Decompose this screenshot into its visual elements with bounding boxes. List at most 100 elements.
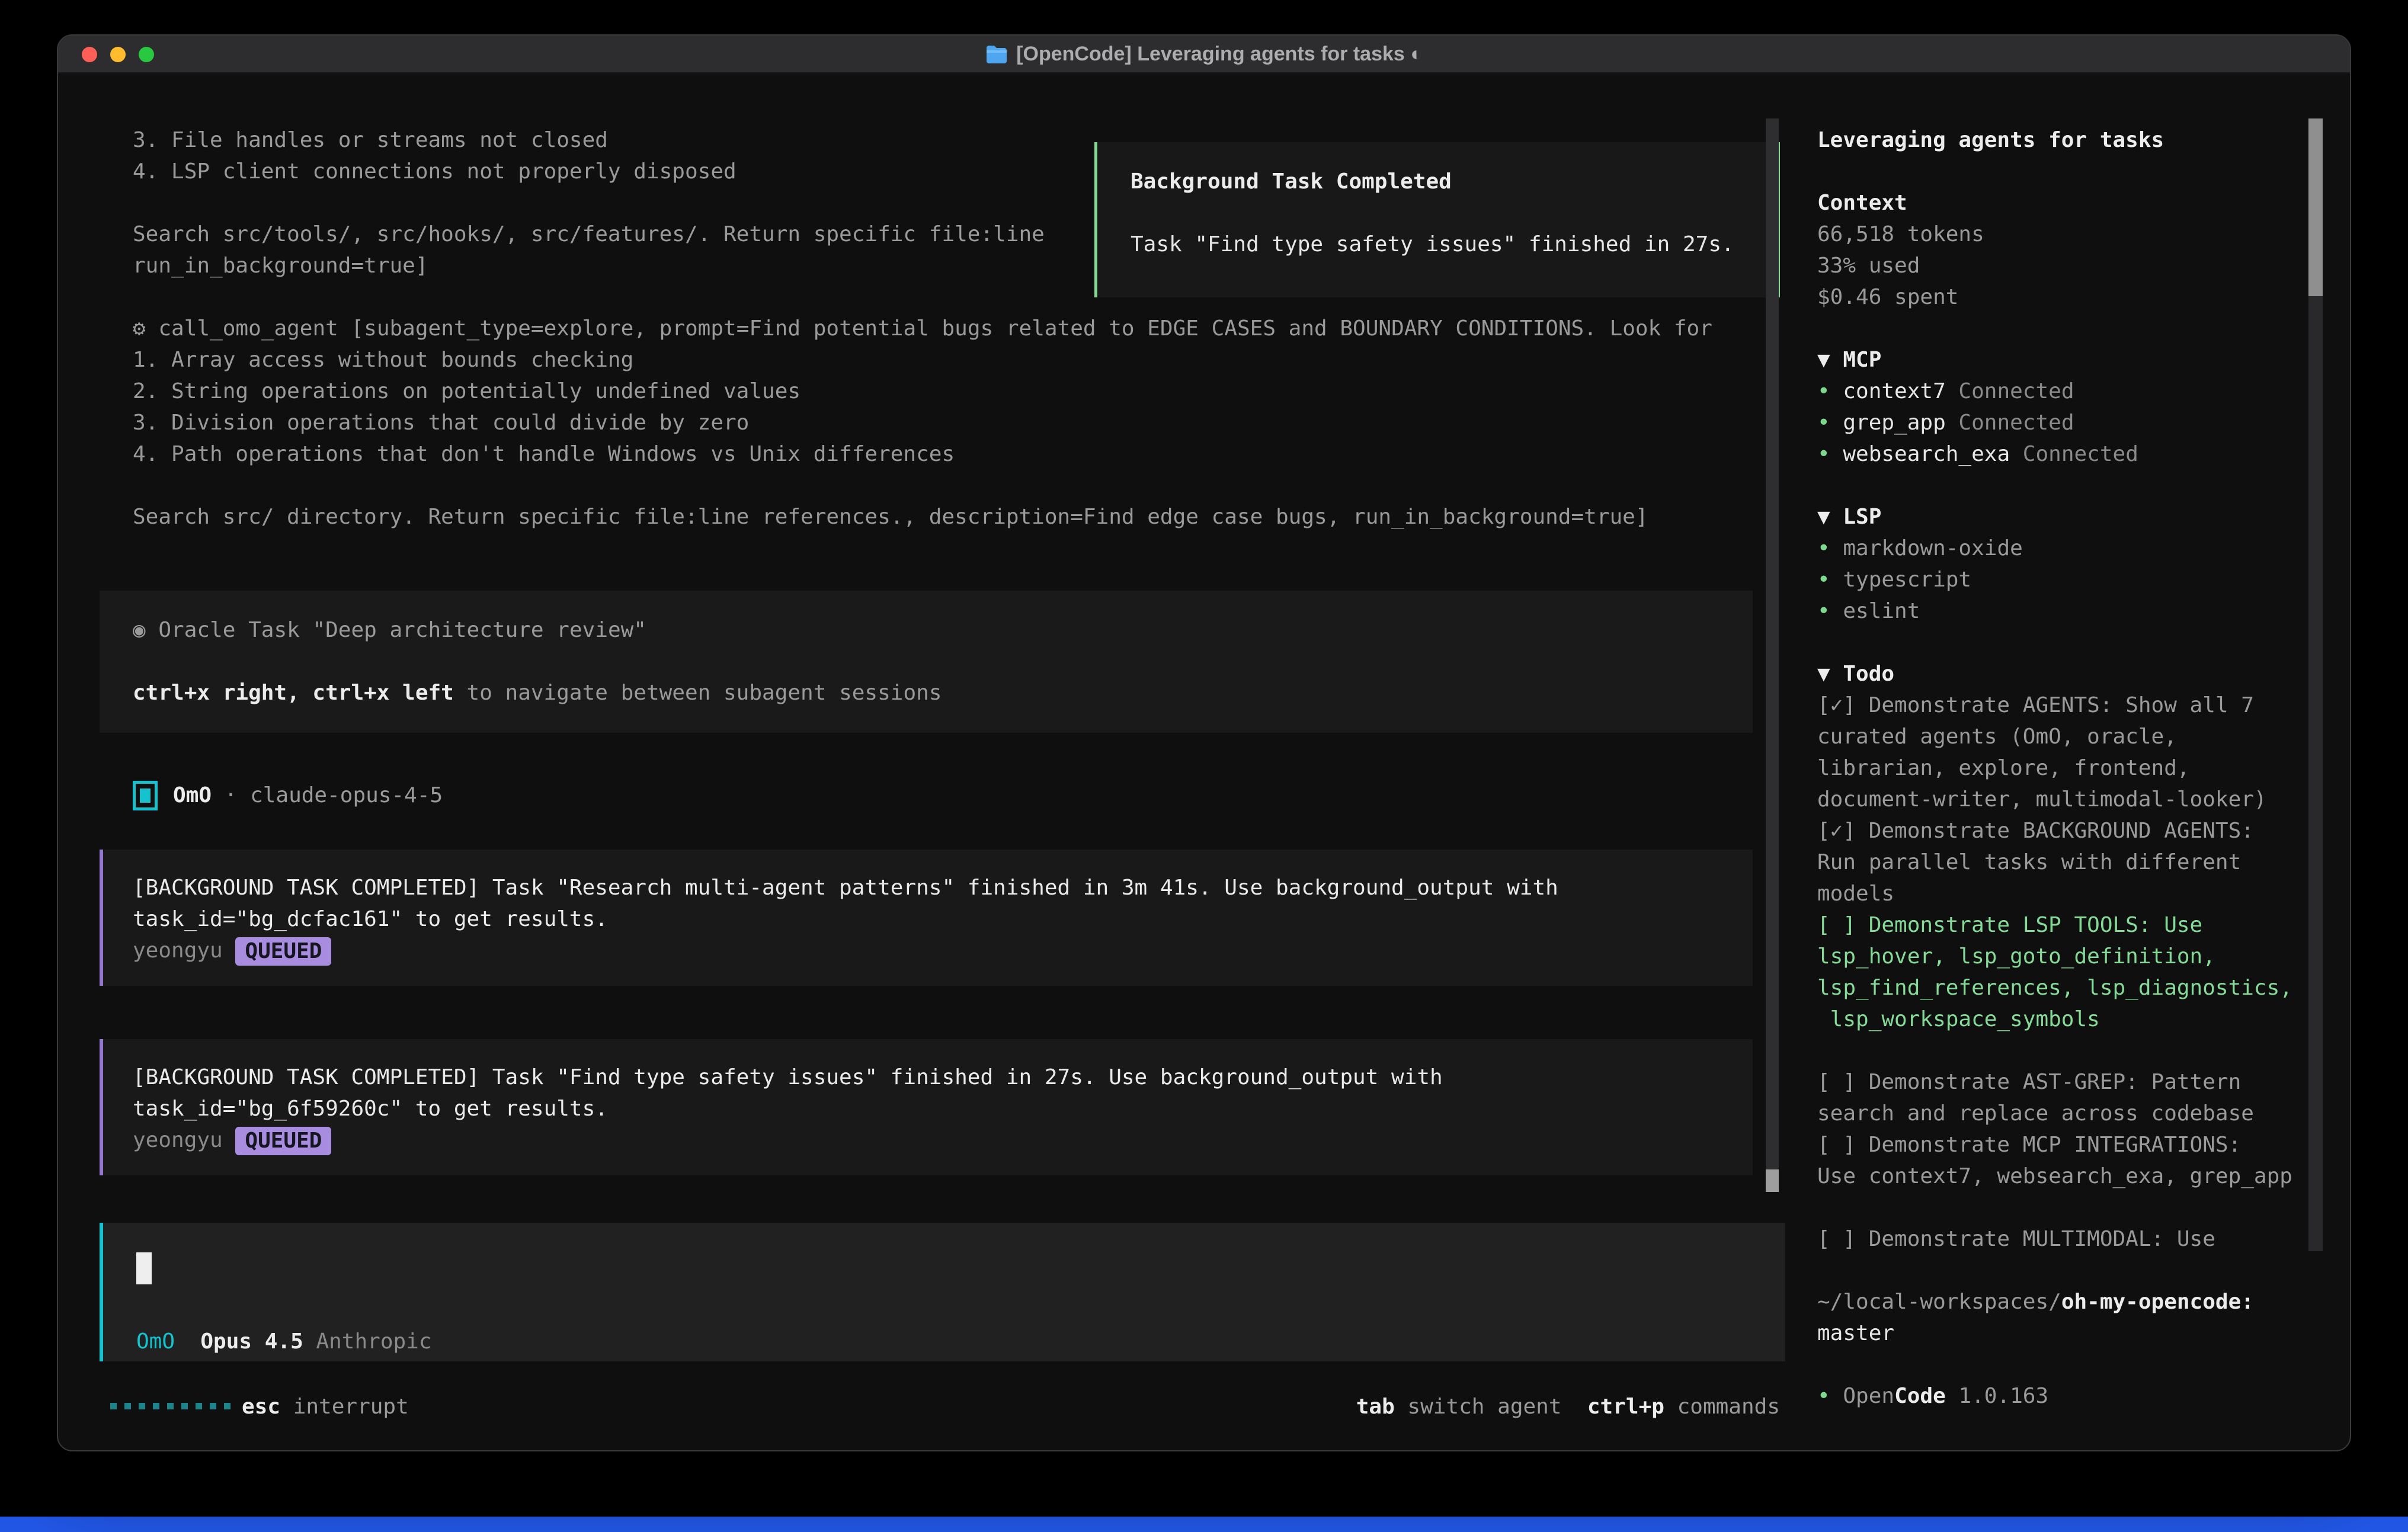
- status-badge: QUEUED: [235, 1127, 331, 1155]
- workspace-path-prefix: ~/local-workspaces/: [1817, 1290, 2061, 1314]
- toast-title: Background Task Completed: [1131, 166, 1777, 197]
- tab-label: switch agent: [1395, 1395, 1562, 1419]
- oracle-title-line: ◉ Oracle Task "Deep architecture review": [133, 614, 1753, 646]
- oracle-hint-rest: to navigate between subagent sessions: [454, 681, 942, 705]
- tool-call-tail: Search src/ directory. Return specific f…: [133, 501, 1768, 533]
- statusbar-right: tab switch agent ctrl+p commands: [1356, 1391, 1780, 1422]
- text-cursor: [136, 1252, 152, 1284]
- todo-line-pending: search and replace across codebase: [1817, 1098, 2315, 1129]
- opencode-terminal-window: [OpenCode] Leveraging agents for tasks ◐…: [57, 34, 2351, 1451]
- workspace-repo: oh-my-opencode:: [2061, 1290, 2254, 1314]
- blank-line: [133, 470, 1768, 501]
- chat-scrollbar[interactable]: [1766, 118, 1779, 1192]
- prompt-input[interactable]: OmO Opus 4.5 Anthropic: [100, 1223, 1785, 1361]
- todo-line-done: Run parallel tasks with different: [1817, 847, 2315, 878]
- sidebar-session-title: Leveraging agents for tasks: [1817, 124, 2315, 156]
- mcp-name: context7: [1843, 379, 1945, 403]
- window-title: [OpenCode] Leveraging agents for tasks ◐: [1016, 43, 1423, 66]
- version-number: 1.0.163: [1946, 1384, 2048, 1408]
- bullet-icon: •: [1817, 568, 1843, 592]
- toast-body: Task "Find type safety issues" finished …: [1131, 229, 1777, 260]
- workspace-branch: master: [1817, 1318, 2315, 1349]
- todo-line-done: document-writer, multimodal-looker): [1817, 784, 2315, 815]
- mcp-status: Connected: [1946, 379, 2074, 403]
- version-line: • OpenCode 1.0.163: [1817, 1380, 2315, 1412]
- todo-line-pending: [ ] Demonstrate AST-GREP: Pattern: [1817, 1066, 2315, 1098]
- tool-call-item: 2. String operations on potentially unde…: [133, 376, 1768, 407]
- close-button[interactable]: [82, 47, 97, 62]
- version-name-prefix: Open: [1843, 1384, 1894, 1408]
- oracle-hint-line: ctrl+x right, ctrl+x left to navigate be…: [133, 677, 1753, 709]
- lsp-section-header[interactable]: ▼ LSP: [1817, 501, 2315, 533]
- oracle-title: Oracle Task "Deep architecture review": [158, 618, 646, 642]
- status-badge: QUEUED: [235, 937, 331, 966]
- tool-call-line: ⚙ call_omo_agent [subagent_type=explore,…: [133, 313, 1768, 344]
- bullet-icon: •: [1817, 599, 1843, 623]
- window-titlebar[interactable]: [OpenCode] Leveraging agents for tasks ◐: [58, 36, 2350, 73]
- task-message-line2: task_id="bg_6f59260c" to get results.: [133, 1093, 1753, 1124]
- fisheye-icon: ◉: [133, 618, 146, 642]
- mcp-status: Connected: [1946, 411, 2074, 435]
- ctrlp-key: ctrl+p: [1587, 1395, 1664, 1419]
- agent-square-icon: [133, 781, 158, 810]
- blank-line: [1131, 197, 1777, 229]
- minimize-button[interactable]: [110, 47, 126, 62]
- context-used: 33% used: [1817, 250, 2315, 281]
- bullet-icon: •: [1817, 536, 1843, 560]
- mcp-name: grep_app: [1843, 411, 1945, 435]
- tool-call-item: 4. Path operations that don't handle Win…: [133, 438, 1768, 470]
- lsp-name: eslint: [1843, 599, 1920, 623]
- input-model: Opus 4.5: [175, 1329, 316, 1354]
- todo-line-done: librarian, explore, frontend,: [1817, 752, 2315, 784]
- mcp-item: • grep_app Connected: [1817, 407, 2315, 438]
- version-name-bold: Code: [1894, 1384, 1946, 1408]
- agent-name: OmO: [173, 783, 212, 807]
- todo-line-pending: Use context7, websearch_exa, grep_app: [1817, 1161, 2315, 1192]
- bullet-icon: •: [1817, 411, 1843, 435]
- mcp-section-header[interactable]: ▼ MCP: [1817, 344, 2315, 376]
- gear-icon: ⚙: [133, 316, 146, 341]
- agent-separator: ·: [212, 783, 250, 807]
- oracle-task-panel: ◉ Oracle Task "Deep architecture review"…: [100, 591, 1753, 733]
- todo-line-done: models: [1817, 878, 2315, 909]
- task-message-meta: yeongyu QUEUED: [133, 1124, 1753, 1156]
- workspace-path-line: ~/local-workspaces/oh-my-opencode:: [1817, 1286, 2315, 1318]
- oracle-hint-keys: ctrl+x right, ctrl+x left: [133, 681, 454, 705]
- todo-line-active: [ ] Demonstrate LSP TOOLS: Use: [1817, 909, 2315, 941]
- chat-scrollbar-thumb[interactable]: [1766, 1169, 1779, 1192]
- task-author: yeongyu: [133, 938, 235, 963]
- background-task-message: [BACKGROUND TASK COMPLETED] Task "Resear…: [100, 850, 1753, 986]
- tab-key: tab: [1356, 1395, 1395, 1419]
- todo-line-done: curated agents (OmO, oracle,: [1817, 721, 2315, 752]
- task-message-line1: [BACKGROUND TASK COMPLETED] Task "Resear…: [133, 872, 1753, 903]
- context-spent: $0.46 spent: [1817, 281, 2315, 313]
- traffic-lights: [82, 47, 154, 62]
- bullet-icon: •: [1817, 379, 1843, 403]
- mcp-name: websearch_exa: [1843, 442, 2010, 466]
- todo-line-active: lsp_hover, lsp_goto_definition,: [1817, 941, 2315, 972]
- task-message-line1: [BACKGROUND TASK COMPLETED] Task "Find t…: [133, 1062, 1753, 1093]
- lsp-name: typescript: [1843, 568, 1971, 592]
- desktop: [OpenCode] Leveraging agents for tasks ◐…: [0, 0, 2408, 1532]
- tool-call-item: 1. Array access without bounds checking: [133, 344, 1768, 376]
- mcp-item: • websearch_exa Connected: [1817, 438, 2315, 470]
- background-task-toast: Background Task Completed Task "Find typ…: [1094, 142, 1780, 297]
- lsp-item: • typescript: [1817, 564, 2315, 595]
- blank-line: [133, 646, 1753, 677]
- input-provider: Anthropic: [316, 1329, 431, 1354]
- esc-label: interrupt: [280, 1395, 409, 1419]
- zoom-button[interactable]: [139, 47, 154, 62]
- ctrlp-label: commands: [1664, 1395, 1780, 1419]
- desktop-wallpaper-strip: [0, 1517, 2408, 1532]
- todo-section-header[interactable]: ▼ Todo: [1817, 658, 2315, 690]
- status-bar: esc interrupt tab switch agent ctrl+p co…: [100, 1391, 1780, 1422]
- agent-session-header[interactable]: OmO · claude-opus-4-5: [133, 780, 443, 811]
- lsp-item: • eslint: [1817, 595, 2315, 627]
- task-message-line2: task_id="bg_dcfac161" to get results.: [133, 903, 1753, 935]
- sidebar-scrollbar[interactable]: [2308, 118, 2323, 1251]
- mcp-item: • context7 Connected: [1817, 376, 2315, 407]
- context-tokens: 66,518 tokens: [1817, 219, 2315, 250]
- sidebar-scrollbar-thumb[interactable]: [2308, 118, 2323, 296]
- task-message-meta: yeongyu QUEUED: [133, 935, 1753, 966]
- tool-call-item: 3. Division operations that could divide…: [133, 407, 1768, 438]
